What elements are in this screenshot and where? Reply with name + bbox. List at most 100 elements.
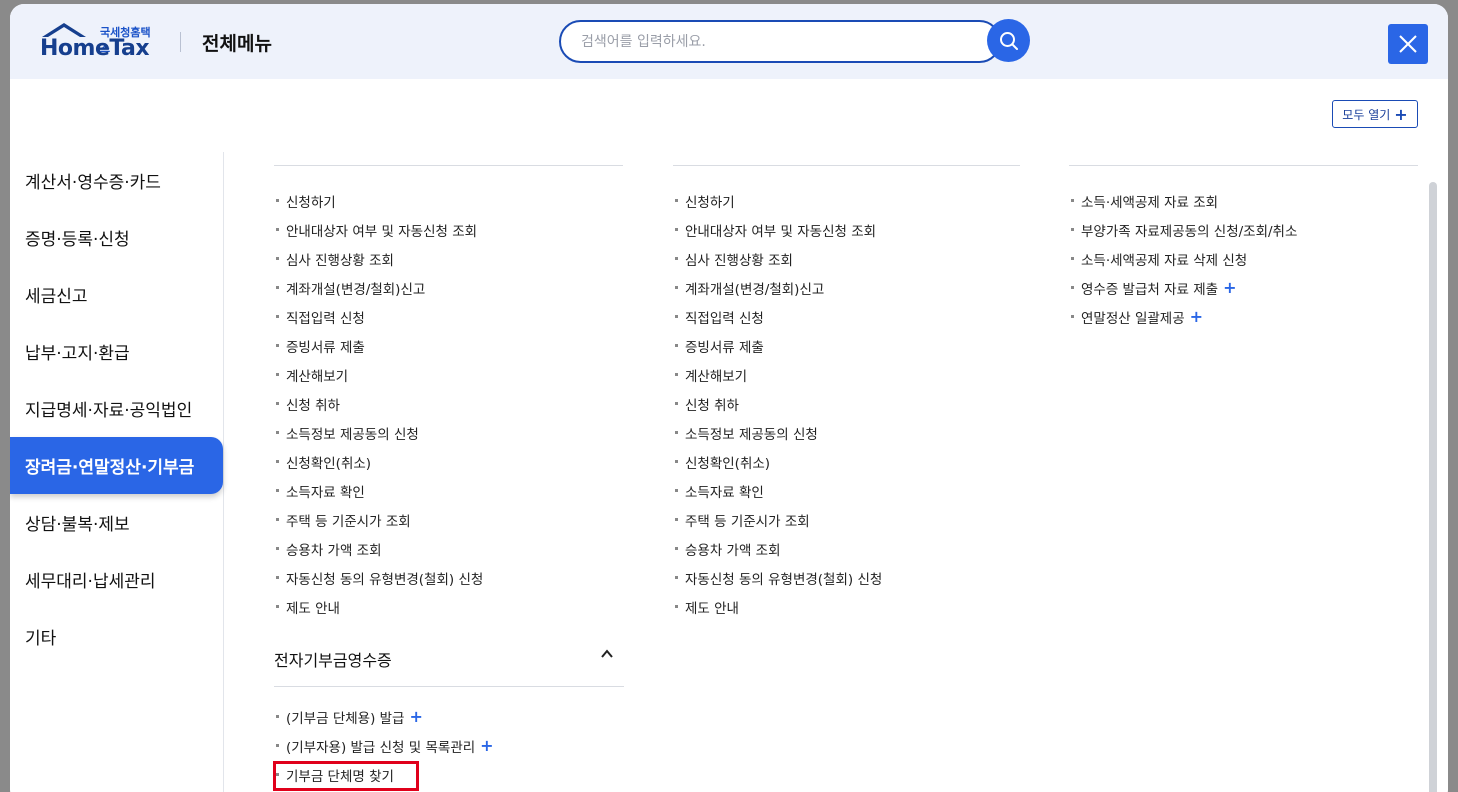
bullet-icon [675, 547, 678, 550]
menu-item-label: 소득자료 확인 [286, 484, 365, 501]
chevron-up-icon[interactable] [600, 647, 614, 661]
menu-item[interactable]: 안내대상자 여부 및 자동신청 조회 [274, 215, 623, 244]
menu-item-label: 신청확인(취소) [286, 455, 372, 472]
menu-item-label: 부양가족 자료제공동의 신청/조회/취소 [1081, 223, 1298, 240]
bullet-icon [675, 576, 678, 579]
menu-item[interactable]: 주택 등 기준시가 조회 [274, 505, 623, 534]
menu-item[interactable]: (기부자용) 발급 신청 및 목록관리 + [274, 731, 494, 760]
section-title-e-donation[interactable]: 전자기부금영수증 [274, 647, 624, 671]
bullet-icon [1071, 315, 1074, 318]
page-title: 전체메뉴 [202, 33, 272, 55]
bullet-icon [675, 373, 678, 376]
menu-item-label: 제도 안내 [685, 600, 739, 617]
menu-item[interactable]: 심사 진행상황 조회 [673, 244, 1020, 273]
bullet-icon [276, 199, 279, 202]
menu-item-label: 신청확인(취소) [685, 455, 771, 472]
menu-item[interactable]: 자동신청 동의 유형변경(철회) 신청 [274, 563, 623, 592]
menu-item[interactable]: 승용차 가액 조회 [673, 534, 1020, 563]
menu-item-label: 신청 취하 [286, 397, 340, 414]
bullet-icon [675, 518, 678, 521]
bullet-icon [276, 402, 279, 405]
menu-item-label: 신청하기 [685, 194, 735, 211]
menu-item[interactable]: 부양가족 자료제공동의 신청/조회/취소 [1069, 215, 1418, 244]
menu-item[interactable]: 계산해보기 [274, 360, 623, 389]
menu-item[interactable]: 신청하기 [673, 186, 1020, 215]
menu-item[interactable]: 신청확인(취소) [274, 447, 623, 476]
menu-item-label: 심사 진행상황 조회 [685, 252, 793, 269]
open-all-button[interactable]: 모두 열기 + [1332, 100, 1418, 128]
menu-item[interactable]: 연말정산 일괄제공 + [1069, 302, 1418, 331]
hometax-logo[interactable]: 국세청홈택스 HomeTax [40, 22, 160, 62]
bullet-icon [276, 373, 279, 376]
sidebar-item[interactable]: 기타 [10, 608, 223, 665]
sidebar-item[interactable]: 납부·고지·환급 [10, 323, 223, 380]
menu-item[interactable]: 소득정보 제공동의 신청 [274, 418, 623, 447]
plus-icon[interactable]: + [409, 707, 422, 726]
bullet-icon [1071, 286, 1074, 289]
menu-item[interactable]: 소득자료 확인 [274, 476, 623, 505]
scrollbar[interactable] [1429, 182, 1437, 792]
menu-item-label: 자동신청 동의 유형변경(철회) 신청 [286, 571, 484, 588]
menu-item[interactable]: 소득정보 제공동의 신청 [673, 418, 1020, 447]
menu-item-label: 신청 취하 [685, 397, 739, 414]
menu-item-label: 연말정산 일괄제공 [1081, 310, 1185, 327]
plus-icon[interactable]: + [1223, 278, 1236, 297]
plus-icon[interactable]: + [480, 736, 493, 755]
bullet-icon [1071, 199, 1074, 202]
menu-item[interactable]: (기부금 단체용) 발급 + [274, 702, 494, 731]
menu-item-label: 주택 등 기준시가 조회 [685, 513, 810, 530]
menu-item-label: 소득·세액공제 자료 조회 [1081, 194, 1219, 211]
menu-item-label: 심사 진행상황 조회 [286, 252, 394, 269]
menu-item[interactable]: 직접입력 신청 [274, 302, 623, 331]
bullet-icon [276, 715, 279, 718]
menu-item[interactable]: 증빙서류 제출 [274, 331, 623, 360]
bullet-icon [675, 199, 678, 202]
menu-item-label: 신청하기 [286, 194, 336, 211]
search-input[interactable] [561, 22, 961, 61]
menu-item[interactable]: 직접입력 신청 [673, 302, 1020, 331]
menu-item-label: 소득자료 확인 [685, 484, 764, 501]
sidebar-item[interactable]: 세무대리·납세관리 [10, 551, 223, 608]
menu-item[interactable]: 심사 진행상황 조회 [274, 244, 623, 273]
search-button[interactable] [987, 19, 1030, 62]
menu-item[interactable]: 신청 취하 [673, 389, 1020, 418]
menu-item[interactable]: 신청 취하 [274, 389, 623, 418]
sidebar-item[interactable]: 계산서·영수증·카드 [10, 152, 223, 209]
open-all-label: 모두 열기 [1342, 107, 1391, 122]
bullet-icon [675, 257, 678, 260]
menu-item-label: 계좌개설(변경/철회)신고 [685, 281, 825, 298]
close-button[interactable] [1388, 24, 1428, 64]
menu-item-label: 직접입력 신청 [685, 310, 764, 327]
plus-icon[interactable]: + [1190, 307, 1203, 326]
menu-item[interactable]: 승용차 가액 조회 [274, 534, 623, 563]
sidebar-item[interactable]: 지급명세·자료·공익법인 [10, 380, 223, 437]
sidebar-item[interactable]: 세금신고 [10, 266, 223, 323]
menu-item-label: 승용차 가액 조회 [286, 542, 382, 559]
menu-item[interactable]: 소득·세액공제 자료 삭제 신청 [1069, 244, 1418, 273]
column-divider [274, 165, 623, 166]
menu-item-label: 안내대상자 여부 및 자동신청 조회 [286, 223, 478, 240]
sidebar-item[interactable]: 상담·불복·제보 [10, 494, 223, 551]
menu-item[interactable]: 제도 안내 [274, 592, 623, 621]
menu-item[interactable]: 계산해보기 [673, 360, 1020, 389]
menu-item[interactable]: 제도 안내 [673, 592, 1020, 621]
menu-item[interactable]: 신청하기 [274, 186, 623, 215]
bullet-icon [1071, 257, 1074, 260]
menu-item-label: 소득정보 제공동의 신청 [286, 426, 419, 443]
menu-item[interactable]: 증빙서류 제출 [673, 331, 1020, 360]
menu-item[interactable]: 계좌개설(변경/철회)신고 [274, 273, 623, 302]
menu-item[interactable]: 신청확인(취소) [673, 447, 1020, 476]
menu-item[interactable]: 주택 등 기준시가 조회 [673, 505, 1020, 534]
sidebar-item[interactable]: 증명·등록·신청 [10, 209, 223, 266]
menu-item-label: 소득정보 제공동의 신청 [685, 426, 818, 443]
search-icon [999, 31, 1018, 50]
bullet-icon [276, 344, 279, 347]
menu-item[interactable]: 소득자료 확인 [673, 476, 1020, 505]
bullet-icon [276, 518, 279, 521]
menu-item[interactable]: 안내대상자 여부 및 자동신청 조회 [673, 215, 1020, 244]
sidebar-item[interactable]: 장려금·연말정산·기부금 [10, 437, 223, 494]
menu-item[interactable]: 소득·세액공제 자료 조회 [1069, 186, 1418, 215]
menu-item[interactable]: 자동신청 동의 유형변경(철회) 신청 [673, 563, 1020, 592]
menu-item[interactable]: 영수증 발급처 자료 제출 + [1069, 273, 1418, 302]
menu-item[interactable]: 계좌개설(변경/철회)신고 [673, 273, 1020, 302]
